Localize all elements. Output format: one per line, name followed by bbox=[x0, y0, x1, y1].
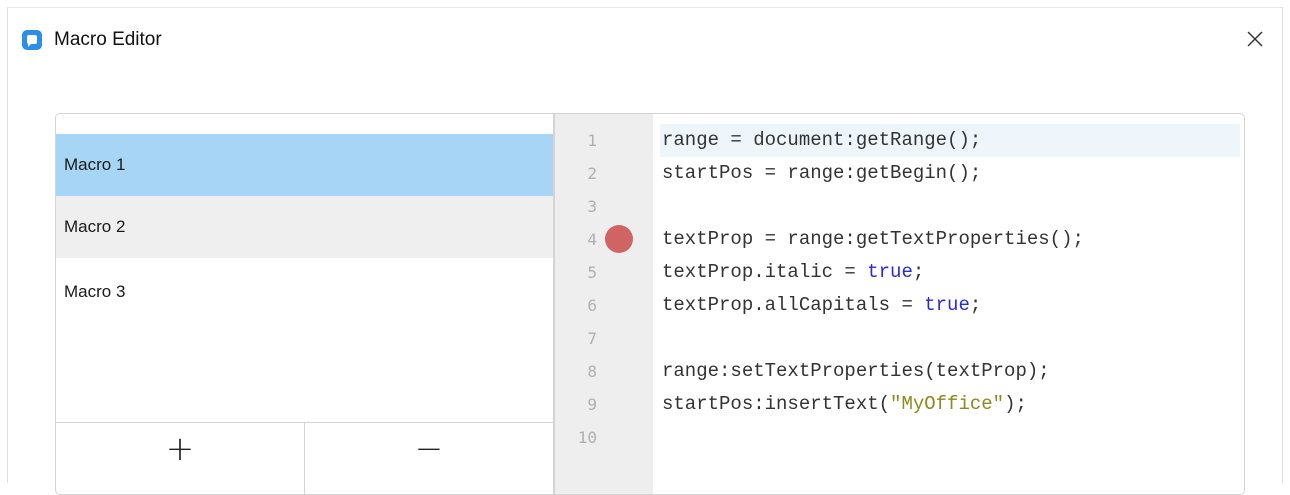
line-number: 2 bbox=[587, 164, 597, 183]
macro-list: Macro 1 Macro 2 Macro 3 bbox=[56, 114, 554, 422]
code-text: textProp = range:getTextProperties(); bbox=[662, 228, 1084, 250]
code-line[interactable]: startPos:insertText("MyOffice"); bbox=[660, 388, 1240, 421]
code-line[interactable]: textProp.allCapitals = true; bbox=[660, 289, 1240, 322]
code-text: textProp.allCapitals = bbox=[662, 294, 925, 316]
titlebar: Macro Editor bbox=[22, 24, 162, 56]
code-line[interactable] bbox=[660, 421, 1240, 454]
macro-list-item[interactable]: Macro 1 bbox=[56, 134, 553, 196]
code-text: startPos:insertText( bbox=[662, 393, 891, 415]
myoffice-app-icon bbox=[22, 30, 42, 50]
window-title: Macro Editor bbox=[54, 29, 162, 50]
window-border-left bbox=[7, 7, 8, 483]
code-line[interactable]: startPos = range:getBegin(); bbox=[660, 157, 1240, 190]
code-string: "MyOffice" bbox=[890, 393, 1005, 415]
line-number: 4 bbox=[587, 230, 597, 249]
code-keyword: true bbox=[924, 294, 970, 316]
code-text: startPos = range:getBegin(); bbox=[662, 162, 982, 184]
code-keyword: true bbox=[867, 261, 913, 283]
line-number-gutter[interactable]: 1 2 3 4 5 6 7 8 9 10 bbox=[554, 114, 653, 494]
macro-label: Macro 2 bbox=[64, 217, 126, 236]
line-number: 7 bbox=[587, 329, 597, 348]
macro-list-item[interactable]: Macro 2 bbox=[56, 196, 553, 258]
code-text: ; bbox=[969, 294, 982, 316]
code-editor[interactable]: 1 2 3 4 5 6 7 8 9 10 range = document:getRange();… bbox=[554, 114, 1244, 494]
line-number: 10 bbox=[577, 428, 597, 447]
line-number: 9 bbox=[587, 395, 597, 414]
remove-macro-button[interactable]: − bbox=[304, 423, 553, 494]
breakpoint-marker[interactable] bbox=[605, 225, 633, 253]
macro-panel: Macro 1 Macro 2 Macro 3 + − 1 2 3 4 5 6 7 8 9 10 … bbox=[55, 113, 1245, 495]
code-area[interactable]: range = document:getRange(); startPos = r… bbox=[652, 114, 1244, 494]
macro-label: Macro 1 bbox=[64, 155, 126, 174]
code-line[interactable]: range = document:getRange(); bbox=[660, 124, 1240, 157]
code-text: ; bbox=[912, 261, 925, 283]
code-line[interactable]: range:setTextProperties(textProp); bbox=[660, 355, 1240, 388]
line-number: 5 bbox=[587, 263, 597, 282]
line-number: 3 bbox=[587, 197, 597, 216]
macro-list-item[interactable]: Macro 3 bbox=[56, 258, 553, 320]
window-border bbox=[7, 7, 1283, 8]
code-text: textProp.italic = bbox=[662, 261, 868, 283]
add-macro-button[interactable]: + bbox=[56, 423, 304, 494]
close-button[interactable] bbox=[1238, 22, 1272, 56]
window-border-right bbox=[1282, 7, 1283, 483]
line-number: 6 bbox=[587, 296, 597, 315]
code-line[interactable]: textProp = range:getTextProperties(); bbox=[660, 223, 1240, 256]
close-icon bbox=[1247, 31, 1263, 47]
code-line[interactable] bbox=[660, 322, 1240, 355]
macro-label: Macro 3 bbox=[64, 282, 126, 301]
code-text: ); bbox=[1004, 393, 1027, 415]
line-number: 8 bbox=[587, 362, 597, 381]
line-number: 1 bbox=[587, 131, 597, 150]
code-text: range = document:getRange(); bbox=[662, 129, 982, 151]
macro-list-toolbar: + − bbox=[56, 422, 554, 494]
code-line[interactable]: textProp.italic = true; bbox=[660, 256, 1240, 289]
code-text: range:setTextProperties(textProp); bbox=[662, 360, 1050, 382]
code-line[interactable] bbox=[660, 190, 1240, 223]
macro-editor-window: Macro Editor Macro 1 Macro 2 Macro 3 + −… bbox=[0, 0, 1290, 495]
